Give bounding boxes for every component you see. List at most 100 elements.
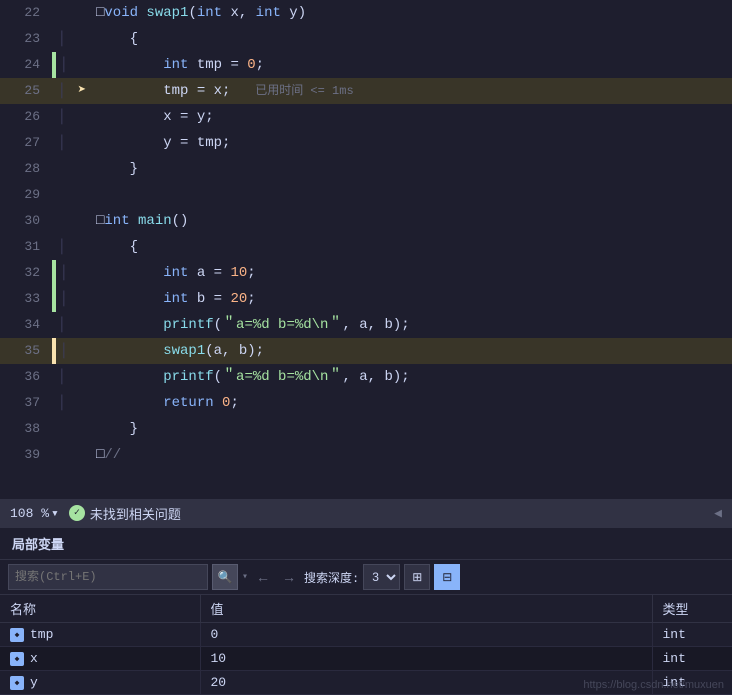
code-line-39: 39 □// <box>0 442 732 468</box>
line-num-37: 37 <box>0 390 52 416</box>
var-value-cell: 10 <box>200 647 652 671</box>
code-line-26: 26 │ x = y; <box>0 104 732 130</box>
zoom-dropdown-icon[interactable]: ▾ <box>51 506 59 521</box>
watermark: https://blog.csdn.net/muxuen <box>583 679 724 691</box>
col-header-name: 名称 <box>0 595 200 623</box>
var-name: x <box>30 651 38 666</box>
code-line-25: 25 │ ➤ tmp = x; 已用时间 <= 1ms <box>0 78 732 104</box>
line-num-30: 30 <box>0 208 52 234</box>
code-line-28: 28 } <box>0 156 732 182</box>
code-content-36: printf(＂a=%d b=%d\n＂, a, b); <box>92 364 732 390</box>
line-num-23: 23 <box>0 26 52 52</box>
gutter-26: │ <box>52 104 72 130</box>
table-row: ◆tmp0int <box>0 623 732 647</box>
code-line-24: 24 │ int tmp = 0; <box>0 52 732 78</box>
locals-toolbar: 🔍 ▾ ← → 搜索深度: 3 1 2 4 5 ⊞ ⊟ <box>0 560 732 595</box>
line-num-31: 31 <box>0 234 52 260</box>
code-content-32: int a = 10; <box>92 260 732 286</box>
code-line-22: 22 □void swap1(int x, int y) <box>0 0 732 26</box>
code-content-34: printf(＂a=%d b=%d\n＂, a, b); <box>92 312 732 338</box>
code-line-23: 23 │ { <box>0 26 732 52</box>
table-header-row: 名称 值 类型 <box>0 595 732 623</box>
code-line-33: 33 │ int b = 20; <box>0 286 732 312</box>
code-line-36: 36 │ printf(＂a=%d b=%d\n＂, a, b); <box>0 364 732 390</box>
code-line-35: 35 │ swap1(a, b); <box>0 338 732 364</box>
code-content-28: } <box>92 156 732 182</box>
nav-forward-button[interactable]: → <box>278 566 300 588</box>
zoom-control[interactable]: 108 % ▾ <box>10 506 59 521</box>
code-content-22: □void swap1(int x, int y) <box>92 0 732 26</box>
depth-select[interactable]: 3 1 2 4 5 <box>363 564 400 590</box>
line-num-27: 27 <box>0 130 52 156</box>
var-type-cell: int <box>652 623 732 647</box>
line-num-25: 25 <box>0 78 52 104</box>
dropdown-arrow-icon[interactable]: ▾ <box>242 571 248 583</box>
table-view-button[interactable]: ⊟ <box>434 564 460 590</box>
code-content-24: int tmp = 0; <box>92 52 732 78</box>
code-content-26: x = y; <box>92 104 732 130</box>
var-name: tmp <box>30 627 53 642</box>
gutter-27: │ <box>52 130 72 156</box>
code-content-35: swap1(a, b); <box>92 338 732 364</box>
var-name-cell: ◆ tmp <box>0 623 200 647</box>
var-name: y <box>30 675 38 690</box>
code-line-37: 37 │ return 0; <box>0 390 732 416</box>
code-line-32: 32 │ int a = 10; <box>0 260 732 286</box>
var-icon: ◆ <box>10 628 24 642</box>
nav-back-button[interactable]: ← <box>252 566 274 588</box>
status-ok-indicator: ✓ 未找到相关问题 <box>69 504 181 523</box>
var-icon: ◆ <box>10 652 24 666</box>
line-num-38: 38 <box>0 416 52 442</box>
col-header-type: 类型 <box>652 595 732 623</box>
code-content-39: □// <box>92 442 732 468</box>
code-content-38: } <box>92 416 732 442</box>
col-header-value: 值 <box>200 595 652 623</box>
line-num-29: 29 <box>0 182 52 208</box>
scroll-arrow[interactable]: ◀ <box>714 506 722 521</box>
locals-title: 局部变量 <box>12 538 64 553</box>
locals-header: 局部变量 <box>0 528 732 560</box>
zoom-value: 108 % <box>10 506 49 521</box>
line-num-35: 35 <box>0 338 52 364</box>
line-num-22: 22 <box>0 0 52 26</box>
depth-label: 搜索深度: <box>304 569 359 586</box>
var-name-cell: ◆x <box>0 647 200 671</box>
code-content-33: int b = 20; <box>92 286 732 312</box>
code-line-31: 31 │ { <box>0 234 732 260</box>
line-num-33: 33 <box>0 286 52 312</box>
editor-area: 22 □void swap1(int x, int y) 23 │ { 24 │… <box>0 0 732 499</box>
gutter-37: │ <box>52 390 72 416</box>
search-input[interactable] <box>15 570 201 584</box>
gutter-25: │ <box>52 78 72 104</box>
code-content-27: y = tmp; <box>92 130 732 156</box>
status-text: 未找到相关问题 <box>90 504 181 523</box>
var-type-cell: int <box>652 647 732 671</box>
gutter-23: │ <box>52 26 72 52</box>
code-content-23: { <box>92 26 732 52</box>
var-icon: ◆ <box>10 676 24 690</box>
line-num-28: 28 <box>0 156 52 182</box>
search-box[interactable] <box>8 564 208 590</box>
locals-table-wrapper: 名称 值 类型 ◆tmp0int◆x10int◆y20int https://b… <box>0 595 732 695</box>
gutter-32: │ <box>52 260 72 286</box>
gutter-33: │ <box>52 286 72 312</box>
gutter-31: │ <box>52 234 72 260</box>
line-num-36: 36 <box>0 364 52 390</box>
gutter-35: │ <box>52 338 72 364</box>
search-icon-button[interactable]: 🔍 <box>212 564 238 590</box>
gutter-36: │ <box>52 364 72 390</box>
ok-icon: ✓ <box>69 505 85 521</box>
code-content-37: return 0; <box>92 390 732 416</box>
gutter-34: │ <box>52 312 72 338</box>
code-line-27: 27 │ y = tmp; <box>0 130 732 156</box>
code-container: 22 □void swap1(int x, int y) 23 │ { 24 │… <box>0 0 732 499</box>
filter-button[interactable]: ⊞ <box>404 564 430 590</box>
line-num-34: 34 <box>0 312 52 338</box>
locals-panel: 局部变量 🔍 ▾ ← → 搜索深度: 3 1 2 4 5 ⊞ ⊟ 名称 值 类型 <box>0 527 732 695</box>
code-line-29: 29 <box>0 182 732 208</box>
table-row: ◆x10int <box>0 647 732 671</box>
code-content-30: □int main() <box>92 208 732 234</box>
arrow-25: ➤ <box>72 78 92 104</box>
code-line-30: 30 □int main() <box>0 208 732 234</box>
line-num-39: 39 <box>0 442 52 468</box>
